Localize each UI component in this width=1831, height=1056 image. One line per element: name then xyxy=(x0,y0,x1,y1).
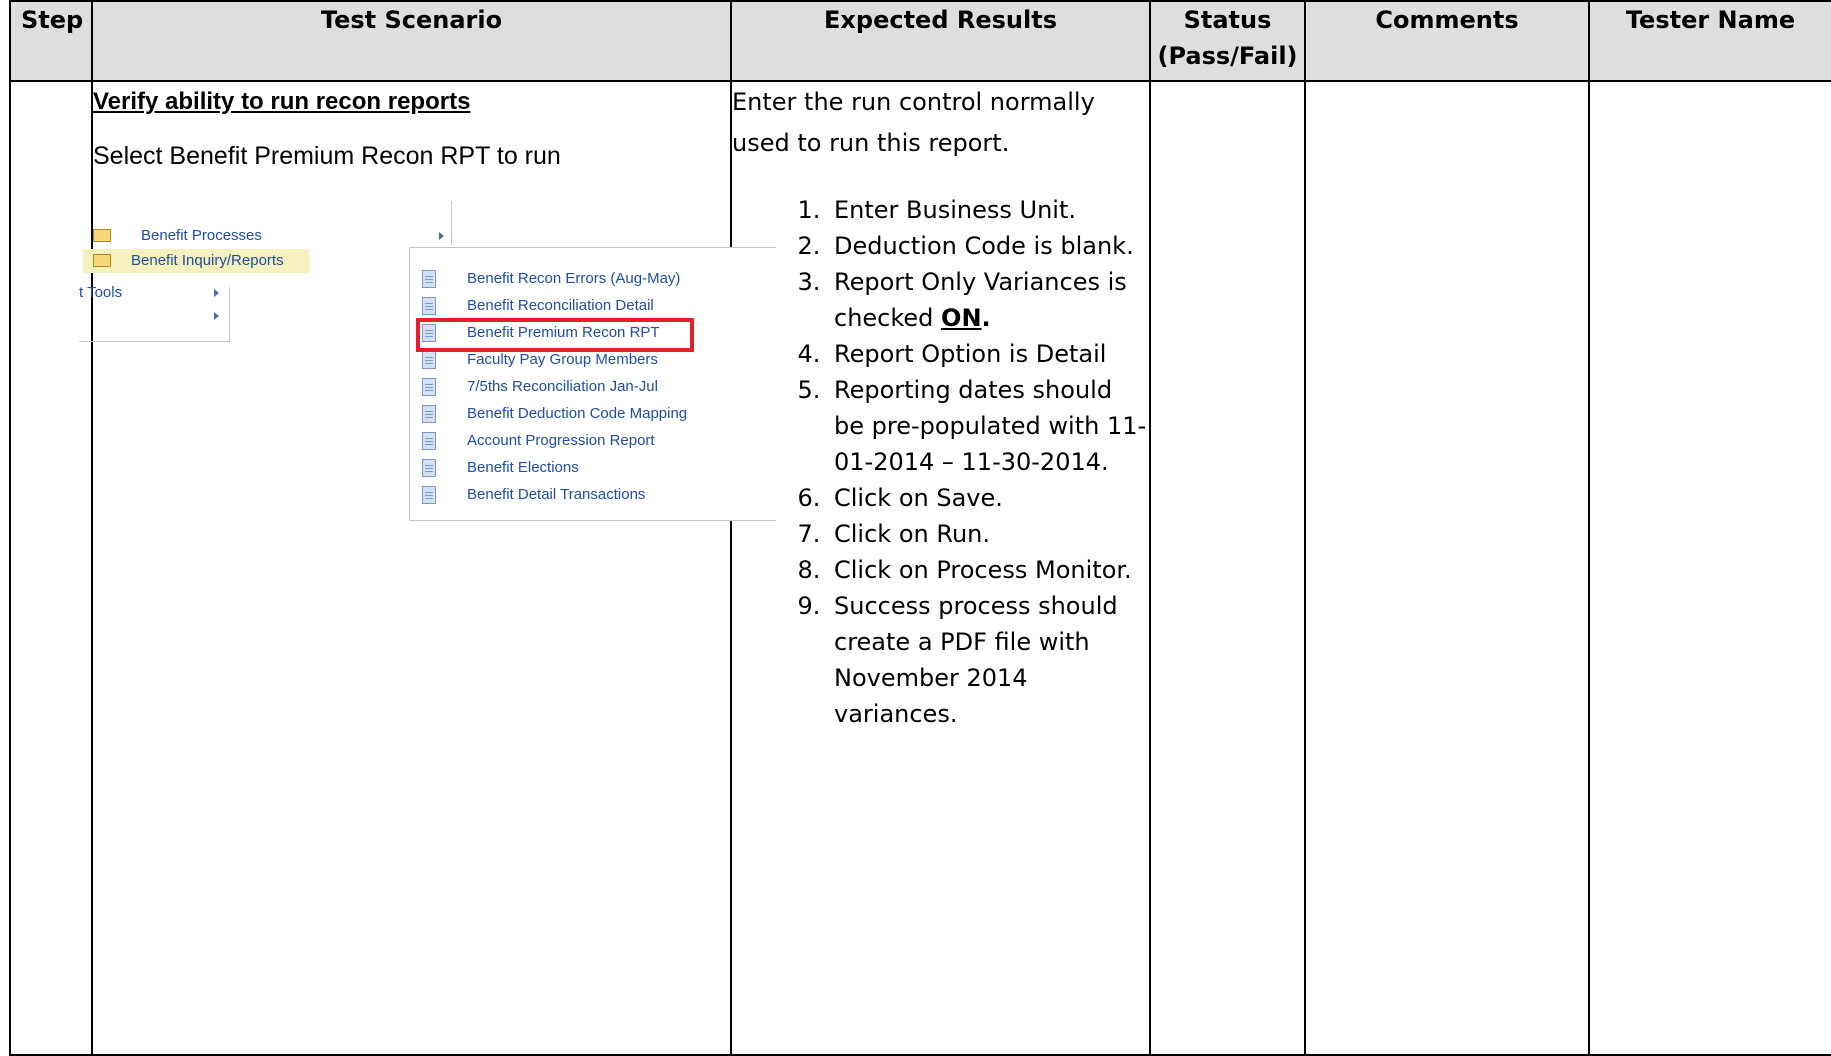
submenu-item-label: Account Progression Report xyxy=(467,432,655,449)
expected-step: Deduction Code is blank. xyxy=(828,228,1149,264)
expected-steps-list: Enter Business Unit. Deduction Code is b… xyxy=(732,192,1149,732)
expected-cell: Enter the run control normally used to r… xyxy=(730,80,1151,1056)
menu-bottom-border xyxy=(79,341,229,342)
expected-step: Click on Save. xyxy=(828,480,1149,516)
chevron-right-icon xyxy=(214,312,219,320)
scenario-title: Verify ability to run recon reports xyxy=(93,88,471,115)
menu-item-tools[interactable]: t Tools xyxy=(79,281,229,305)
submenu-item-faculty-pay-group[interactable]: Faculty Pay Group Members xyxy=(410,349,770,371)
expected-step-suffix: . xyxy=(981,304,991,332)
submenu-item-label: 7/5ths Reconciliation Jan-Jul xyxy=(467,378,658,395)
submenu-item-7-5ths-reconciliation[interactable]: 7/5ths Reconciliation Jan-Jul xyxy=(410,376,770,398)
header-expected: Expected Results xyxy=(730,0,1151,82)
scenario-instruction: Select Benefit Premium Recon RPT to run xyxy=(93,142,561,170)
header-scenario-label: Test Scenario xyxy=(320,6,503,34)
status-cell[interactable] xyxy=(1149,80,1306,1056)
submenu: Benefit Recon Errors (Aug-May) Benefit R… xyxy=(409,247,776,521)
selection-highlight-box xyxy=(416,318,694,352)
menu-item-label: Benefit Processes xyxy=(141,227,262,244)
tester-cell[interactable] xyxy=(1588,80,1831,1056)
chevron-right-icon xyxy=(439,232,444,240)
submenu-item-label: Benefit Reconciliation Detail xyxy=(467,297,654,314)
emphasis-on: ON xyxy=(941,304,982,332)
test-case-table: Step Test Scenario Expected Results Stat… xyxy=(9,0,1831,1056)
folder-icon xyxy=(93,254,111,267)
expected-step: Click on Process Monitor. xyxy=(828,552,1149,588)
menu-item-benefit-processes[interactable]: Benefit Processes xyxy=(93,224,453,248)
expected-step: Report Option is Detail xyxy=(828,336,1149,372)
menu-item-label: Benefit Inquiry/Reports xyxy=(131,252,284,269)
document-icon xyxy=(422,378,436,396)
menu-screenshot: Benefit Processes Benefit Inquiry/Report… xyxy=(79,201,776,521)
comments-cell[interactable] xyxy=(1304,80,1590,1056)
submenu-item-reconciliation-detail[interactable]: Benefit Reconciliation Detail xyxy=(410,295,770,317)
expected-step: Enter Business Unit. xyxy=(828,192,1149,228)
expected-step: Success process should create a PDF file… xyxy=(828,588,1149,732)
test-row: Verify ability to run recon reports Sele… xyxy=(9,80,1831,1056)
expected-step: Click on Run. xyxy=(828,516,1149,552)
menu-right-border xyxy=(229,287,230,342)
header-expected-label: Expected Results xyxy=(824,6,1057,34)
menu-item-label: t Tools xyxy=(79,284,123,301)
header-status-label: Status xyxy=(1183,6,1272,34)
submenu-item-account-progression[interactable]: Account Progression Report xyxy=(410,430,770,452)
expected-step: Reporting dates should be pre-populated … xyxy=(828,372,1149,480)
submenu-item-label: Benefit Recon Errors (Aug-May) xyxy=(467,270,681,287)
chevron-right-icon xyxy=(214,289,219,297)
header-comments-label: Comments xyxy=(1375,6,1519,34)
submenu-item-label: Benefit Elections xyxy=(467,459,579,476)
expected-step: Report Only Variances is checked ON. xyxy=(828,264,1149,336)
document-icon xyxy=(422,405,436,423)
document-icon xyxy=(422,432,436,450)
folder-icon xyxy=(93,229,111,242)
submenu-item-label: Benefit Deduction Code Mapping xyxy=(467,405,688,422)
document-icon xyxy=(422,486,436,504)
submenu-item-recon-errors[interactable]: Benefit Recon Errors (Aug-May) xyxy=(410,268,770,290)
document-icon xyxy=(422,297,436,315)
header-tester-label: Tester Name xyxy=(1625,6,1796,34)
submenu-item-label: Faculty Pay Group Members xyxy=(467,351,658,368)
submenu-item-label: Benefit Detail Transactions xyxy=(467,486,646,503)
document-icon xyxy=(422,351,436,369)
header-tester: Tester Name xyxy=(1588,0,1831,82)
submenu-item-deduction-code-mapping[interactable]: Benefit Deduction Code Mapping xyxy=(410,403,770,425)
header-step-label: Step xyxy=(21,6,84,34)
header-status-sublabel: (Pass/Fail) xyxy=(1157,42,1298,70)
menu-item-benefit-inquiry-reports[interactable]: Benefit Inquiry/Reports xyxy=(83,249,309,273)
scenario-cell: Verify ability to run recon reports Sele… xyxy=(79,80,776,1056)
header-step: Step xyxy=(9,0,93,82)
expected-intro: Enter the run control normally used to r… xyxy=(732,88,1095,157)
document-icon xyxy=(422,270,436,288)
document-icon xyxy=(422,459,436,477)
submenu-item-benefit-elections[interactable]: Benefit Elections xyxy=(410,457,770,479)
header-row: Step Test Scenario Expected Results Stat… xyxy=(9,0,1831,82)
header-scenario: Test Scenario xyxy=(91,0,732,82)
header-status: Status (Pass/Fail) xyxy=(1149,0,1306,82)
menu-level1: Benefit Processes Benefit Inquiry/Report… xyxy=(79,201,459,346)
header-comments: Comments xyxy=(1304,0,1590,82)
submenu-item-detail-transactions[interactable]: Benefit Detail Transactions xyxy=(410,484,770,506)
